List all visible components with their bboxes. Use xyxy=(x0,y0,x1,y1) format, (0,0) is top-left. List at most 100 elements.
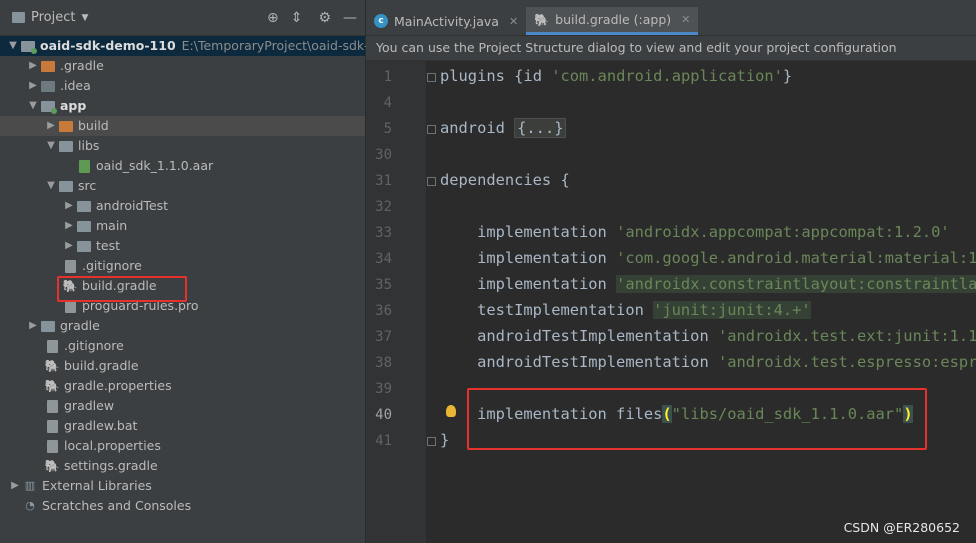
tree-item-test[interactable]: ▶ test xyxy=(0,236,365,256)
gear-icon[interactable]: ⚙ xyxy=(318,10,331,26)
close-icon[interactable]: ✕ xyxy=(681,13,690,26)
chevron-down-icon[interactable]: ▼ xyxy=(26,96,40,116)
tree-item-gradle-properties[interactable]: 🐘 gradle.properties xyxy=(0,376,365,396)
code-text: id xyxy=(523,67,552,85)
line-number: 1 xyxy=(383,69,392,85)
code-text: plugins xyxy=(440,67,515,85)
fold-marker-icon[interactable] xyxy=(427,437,436,446)
fold-marker-icon[interactable] xyxy=(427,177,436,186)
tree-item-dot-gradle[interactable]: ▶ .gradle xyxy=(0,56,365,76)
project-view-selector[interactable]: Project ▼ xyxy=(12,10,88,25)
tree-item-app-gitignore[interactable]: .gitignore xyxy=(0,256,365,276)
tree-item-gradle-folder[interactable]: ▶ gradle xyxy=(0,316,365,336)
code-line: android {...} xyxy=(440,118,567,138)
properties-icon xyxy=(44,439,60,453)
tree-item-label: local.properties xyxy=(64,438,161,453)
tree-item-label: androidTest xyxy=(96,198,169,213)
project-panel: Project ▼ ⊕ ⇕ ⚙ — ▼ oaid-sdk-demo-110 E:… xyxy=(0,0,384,543)
tree-item-scratches[interactable]: ◔ Scratches and Consoles xyxy=(0,496,365,516)
line-number: 38 xyxy=(375,355,392,371)
chevron-down-icon[interactable]: ▼ xyxy=(44,136,58,156)
code-string: 'junit:junit:4.+' xyxy=(653,301,811,319)
tree-item-app[interactable]: ▼ app xyxy=(0,96,365,116)
chevron-down-icon[interactable]: ▼ xyxy=(44,176,58,196)
code-string: 'androidx.test.ext:junit:1.1.2 xyxy=(717,327,976,345)
line-number: 36 xyxy=(375,303,392,319)
code-text: android xyxy=(440,119,515,137)
tree-item-settings-gradle[interactable]: 🐘 settings.gradle xyxy=(0,456,365,476)
highlight-box-implementation xyxy=(467,388,927,450)
tree-item-aar[interactable]: oaid_sdk_1.1.0.aar xyxy=(0,156,365,176)
locate-icon[interactable]: ⊕ xyxy=(267,10,279,26)
tree-item-gradlew[interactable]: gradlew xyxy=(0,396,365,416)
tree-item-build[interactable]: ▶ build xyxy=(0,116,365,136)
chevron-down-icon[interactable]: ▼ xyxy=(6,36,20,56)
code-line: implementation 'androidx.constraintlayou… xyxy=(440,275,976,293)
close-icon[interactable]: ✕ xyxy=(509,15,518,28)
folder-icon xyxy=(58,119,74,133)
tree-item-local-properties[interactable]: local.properties xyxy=(0,436,365,456)
tree-item-build-gradle[interactable]: 🐘 build.gradle xyxy=(0,356,365,376)
code-text: dependencies { xyxy=(440,171,570,189)
tree-item-external-libraries[interactable]: ▶ ▥ External Libraries xyxy=(0,476,365,496)
code-line: dependencies { xyxy=(440,171,570,189)
tree-item-root[interactable]: ▼ oaid-sdk-demo-110 E:\TemporaryProject\… xyxy=(0,36,384,56)
code-editor[interactable]: 1 plugins {id 'com.android.application'} 4… xyxy=(366,61,976,543)
chevron-right-icon[interactable]: ▶ xyxy=(44,116,58,136)
fold-marker-icon[interactable] xyxy=(427,125,436,134)
line-number: 31 xyxy=(375,173,392,189)
tree-item-label: Scratches and Consoles xyxy=(42,498,192,513)
tree-item-label: gradlew.bat xyxy=(64,418,138,433)
line-number: 4 xyxy=(383,95,392,111)
code-text: implementation xyxy=(440,223,617,241)
tree-item-label: oaid_sdk_1.1.0.aar xyxy=(96,158,214,173)
line-number: 5 xyxy=(383,121,392,137)
module-folder-icon xyxy=(40,99,57,114)
code-line: androidTestImplementation 'androidx.test… xyxy=(440,327,976,345)
code-string: 'com.google.android.material:material:1.… xyxy=(616,249,976,267)
tree-item-label: build.gradle xyxy=(64,358,139,373)
lightbulb-icon[interactable] xyxy=(446,405,456,417)
code-text: } xyxy=(440,431,450,449)
tree-item-main[interactable]: ▶ main xyxy=(0,216,365,236)
project-structure-notice[interactable]: You can use the Project Structure dialog… xyxy=(366,36,976,61)
tree-item-androidtest[interactable]: ▶ androidTest xyxy=(0,196,365,216)
tree-item-label: settings.gradle xyxy=(64,458,158,473)
collapse-all-icon[interactable]: ⇕ xyxy=(291,10,303,26)
tab-build-gradle-app[interactable]: 🐘 build.gradle (:app) ✕ xyxy=(526,7,699,35)
folder-icon xyxy=(76,199,92,213)
chevron-right-icon[interactable]: ▶ xyxy=(62,196,76,216)
tree-item-gradlew-bat[interactable]: gradlew.bat xyxy=(0,416,365,436)
line-number: 33 xyxy=(375,225,392,241)
chevron-right-icon[interactable]: ▶ xyxy=(26,56,40,76)
tree-item-src[interactable]: ▼ src xyxy=(0,176,365,196)
line-number: 32 xyxy=(375,199,392,215)
chevron-right-icon[interactable]: ▶ xyxy=(8,476,22,496)
line-number: 30 xyxy=(375,147,392,163)
code-string: 'androidx.test.espresso:espres xyxy=(717,353,976,371)
code-brace: } xyxy=(782,67,793,85)
chevron-right-icon[interactable]: ▶ xyxy=(26,316,40,336)
code-line: implementation 'androidx.appcompat:appco… xyxy=(440,223,950,241)
tree-item-label: build xyxy=(78,118,109,133)
tab-mainactivity[interactable]: c MainActivity.java ✕ xyxy=(366,7,526,35)
project-title: Project xyxy=(31,10,76,25)
code-line: testImplementation 'junit:junit:4.+' xyxy=(440,301,811,319)
tree-item-label: gradle.properties xyxy=(64,378,172,393)
line-number: 41 xyxy=(375,433,392,449)
code-line: } xyxy=(440,431,449,449)
code-line: plugins {id 'com.android.application'} xyxy=(440,67,792,85)
tree-item-idea[interactable]: ▶ .idea xyxy=(0,76,365,96)
tree-item-gitignore[interactable]: .gitignore xyxy=(0,336,365,356)
code-line: androidTestImplementation 'androidx.test… xyxy=(440,353,976,371)
project-icon xyxy=(12,12,25,23)
tree-item-libs[interactable]: ▼ libs xyxy=(0,136,365,156)
minimize-icon[interactable]: — xyxy=(343,10,357,26)
fold-marker-icon[interactable] xyxy=(427,73,436,82)
chevron-right-icon[interactable]: ▶ xyxy=(62,236,76,256)
line-number: 34 xyxy=(375,251,392,267)
code-text: androidTestImplementation xyxy=(440,353,718,371)
tab-label: MainActivity.java xyxy=(394,13,499,29)
chevron-right-icon[interactable]: ▶ xyxy=(62,216,76,236)
chevron-right-icon[interactable]: ▶ xyxy=(26,76,40,96)
